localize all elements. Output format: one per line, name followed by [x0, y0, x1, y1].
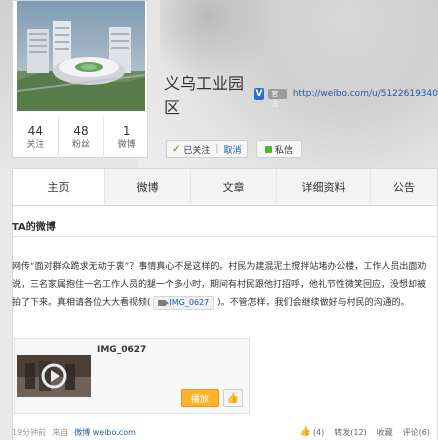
followed-button[interactable]: ✓ 已关注 | 取消 [166, 140, 248, 158]
profile-name: 义乌工业园区 [164, 74, 245, 117]
profile-card: 44 关注 48 粉丝 1 微博 [12, 0, 149, 159]
profile-name-row: 义乌工业园区 V 官方 http://weibo.com/u/512261934… [164, 70, 438, 118]
like-count: (4) [312, 427, 325, 437]
favorite-action[interactable]: 收藏 [377, 427, 393, 438]
post-content: 网传“面对群众跪求无动于衷”？事情真心不是这样的。村民为建混泥土搅拌站堵办公楼，… [12, 258, 430, 312]
tab-home[interactable]: 主页 [13, 169, 105, 205]
video-chip[interactable]: IMG_0627 [153, 295, 215, 310]
video-thumbnail[interactable] [17, 355, 91, 397]
check-icon: ✓ [172, 143, 181, 155]
post-time[interactable]: 19分钟前 [12, 427, 46, 438]
panel-divider [12, 236, 438, 237]
tab-label: 主页 [47, 181, 70, 194]
tab-weibo[interactable]: 微博 [105, 169, 191, 205]
comment-action[interactable]: 评论(6) [403, 427, 430, 438]
video-card[interactable]: IMG_0627 播放 👍 [14, 338, 250, 414]
tab-label: 微博 [136, 181, 159, 194]
post-actions: 👍 (4) 转发(12) 收藏 评论(6) [300, 427, 438, 438]
tab-articles[interactable]: 文章 [191, 169, 277, 205]
verified-icon[interactable]: V [253, 88, 265, 100]
profile-tabs: 主页 微博 文章 详细资料 公告 [12, 168, 438, 206]
post-source[interactable]: 微博 weibo.com [74, 427, 136, 438]
tab-label: 文章 [222, 181, 245, 194]
tab-details[interactable]: 详细资料 [277, 169, 371, 205]
source-prefix: 来自 [52, 427, 69, 437]
stat-following[interactable]: 44 关注 [13, 117, 59, 159]
unfollow-link[interactable]: 取消 [223, 143, 241, 156]
stat-followers-label: 粉丝 [72, 140, 91, 150]
post-meta: 19分钟前 来自 微博 weibo.com [12, 427, 136, 438]
video-icon [158, 299, 170, 306]
tab-label: 详细资料 [301, 181, 346, 194]
profile-stats: 44 关注 48 粉丝 1 微博 [13, 117, 149, 159]
video-thumbnail-image [17, 355, 91, 397]
post-text-after: )。不管怎样，我们会继续做好与村民的沟通的。 [217, 298, 410, 308]
post-footer: 19分钟前 来自 微博 weibo.com 👍 (4) 转发(12) 收藏 评论… [12, 424, 438, 440]
like-action[interactable]: 👍 (4) [300, 427, 325, 437]
thumbs-up-icon[interactable]: 👍 [223, 389, 243, 407]
like-icon: 👍 [299, 427, 311, 437]
stat-posts-label: 微博 [117, 140, 136, 150]
official-badge: 官方 [268, 89, 287, 108]
stat-posts-count: 1 [122, 124, 131, 138]
divider: | [215, 144, 219, 154]
profile-url-link[interactable]: http://weibo.com/u/5122619340 [293, 89, 438, 99]
avatar-image [17, 1, 145, 111]
message-label: 私信 [274, 145, 293, 156]
avatar[interactable] [17, 1, 145, 111]
panel-title: TA的微博 [12, 222, 56, 233]
video-chip-label: IMG_0627 [169, 297, 210, 307]
stat-posts[interactable]: 1 微博 [104, 117, 149, 159]
play-button[interactable]: 播放 [181, 389, 219, 407]
video-title: IMG_0627 [97, 345, 147, 355]
tab-announcements[interactable]: 公告 [371, 169, 437, 205]
tab-label: 公告 [393, 181, 415, 194]
stat-following-count: 44 [27, 124, 43, 138]
repost-action[interactable]: 转发(12) [334, 427, 366, 438]
message-icon [264, 145, 272, 153]
message-button[interactable]: 私信 [256, 140, 302, 158]
followed-label: 已关注 [183, 145, 211, 156]
banner-highlight [160, 0, 280, 80]
stat-followers-count: 48 [73, 124, 89, 138]
stat-followers[interactable]: 48 粉丝 [59, 117, 105, 159]
stat-following-label: 关注 [26, 140, 45, 150]
